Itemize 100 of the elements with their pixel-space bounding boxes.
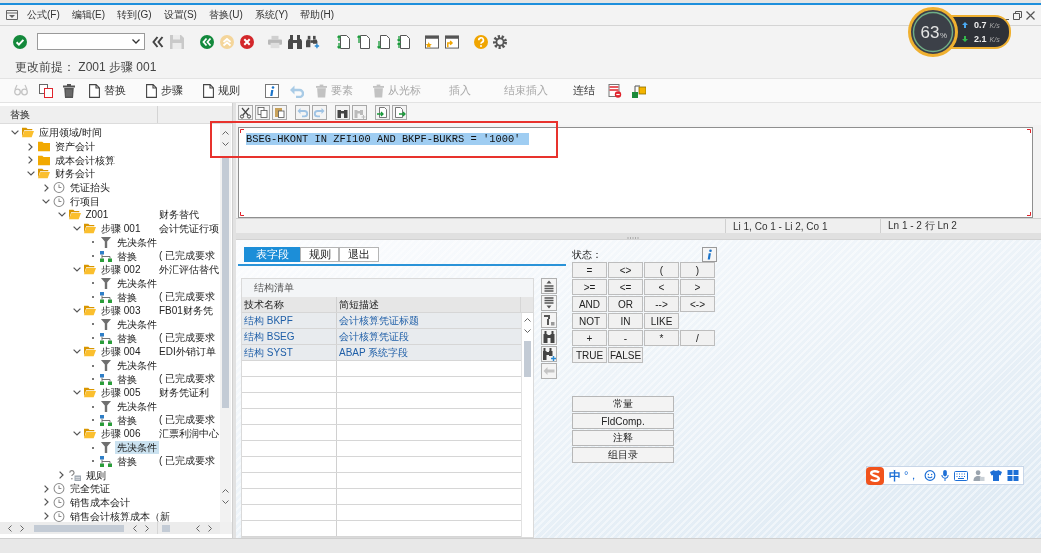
chevron-up-icon[interactable] — [524, 318, 531, 322]
tree-item[interactable]: 替换 — [114, 372, 139, 386]
binoculars-icon[interactable] — [288, 34, 302, 49]
double-chevron-left-icon[interactable] — [152, 35, 164, 48]
table-cell[interactable]: 结构 BSEG — [242, 329, 337, 344]
operator-button[interactable]: --> — [644, 296, 679, 312]
tree-item[interactable]: 规则 — [83, 468, 108, 482]
toolbar-button[interactable]: 步骤 — [146, 83, 183, 98]
chevron-right-icon[interactable] — [145, 524, 149, 532]
toolbar-button[interactable]: 替换 — [89, 83, 126, 98]
scissors-icon[interactable] — [238, 105, 253, 120]
usage-dial[interactable] — [908, 7, 958, 57]
tab[interactable]: 表字段 — [244, 247, 300, 262]
operator-button[interactable]: < — [644, 279, 679, 295]
code-editor[interactable]: BSEG-HKONT IN ZFI100 AND BKPF-BUKRS = '1000' — [238, 127, 1033, 218]
operator-button[interactable]: <-> — [680, 296, 715, 312]
binoculars-plus-icon[interactable] — [306, 34, 320, 49]
menu-item[interactable]: 公式(F) — [27, 8, 60, 22]
logo-icon[interactable] — [866, 466, 884, 485]
operator-button[interactable]: LIKE — [644, 313, 679, 329]
menu-item[interactable]: 转到(G) — [117, 8, 152, 22]
table-cell[interactable]: 结构 SYST — [242, 345, 337, 360]
scrollbar-thumb[interactable] — [34, 524, 124, 532]
tree-item[interactable]: 步骤 005 — [99, 386, 143, 400]
tree-item[interactable]: 销售成本会计 — [68, 495, 132, 509]
gear-icon[interactable] — [493, 34, 507, 49]
tree-item[interactable]: 先决条件 — [114, 441, 159, 455]
trash-icon[interactable] — [62, 83, 76, 98]
tree-item[interactable]: 完全凭证 — [68, 482, 112, 496]
tree-item[interactable]: 先决条件 — [114, 359, 159, 373]
copy-icon[interactable] — [39, 83, 53, 98]
chevron-down-icon[interactable] — [73, 431, 81, 437]
vertical-scrollbar[interactable] — [521, 313, 533, 537]
tree-item[interactable]: 先决条件 — [114, 276, 159, 290]
menu-item[interactable]: 编辑(E) — [71, 8, 106, 22]
smiley-icon[interactable] — [924, 470, 937, 481]
operator-button[interactable]: * — [644, 330, 679, 346]
menu-item[interactable]: 替换(U) — [208, 8, 243, 22]
chevron-down-icon[interactable] — [73, 267, 81, 273]
tree-item[interactable]: 应用领域/时间 — [37, 126, 104, 140]
chevron-right-icon[interactable] — [59, 471, 64, 480]
tree-item[interactable]: 销售会计核算成本（新 — [68, 509, 172, 523]
tree-item[interactable]: 步骤 001 — [99, 222, 143, 236]
operator-button[interactable]: >= — [572, 279, 607, 295]
column-header[interactable]: 简短描述 — [337, 297, 521, 312]
grid-icon[interactable] — [1007, 470, 1020, 481]
function-button[interactable]: FldComp. — [572, 413, 674, 429]
operator-button[interactable]: NOT — [572, 313, 607, 329]
tree-item[interactable]: 先决条件 — [114, 400, 159, 414]
function-button[interactable]: 注释 — [572, 430, 674, 446]
tree-item[interactable]: 替换 — [114, 249, 139, 263]
chevron-right-icon[interactable] — [43, 183, 49, 192]
page-down-arrow-icon[interactable] — [377, 34, 391, 49]
copy-icon[interactable] — [255, 105, 270, 120]
tree-item[interactable]: 替换 — [114, 331, 139, 345]
punctuation-mode[interactable]: °， — [904, 470, 920, 481]
function-button[interactable]: 组目录 — [572, 447, 674, 463]
chevron-up-icon[interactable] — [222, 131, 229, 135]
toolbar-button[interactable]: 连结 — [573, 83, 595, 98]
command-field[interactable] — [37, 33, 145, 50]
chevron-down-icon[interactable] — [73, 226, 81, 232]
chevron-down-icon[interactable] — [73, 349, 81, 355]
info-icon[interactable] — [702, 247, 717, 262]
chevron-down-icon[interactable] — [57, 212, 66, 218]
tree-item[interactable]: 替换 — [114, 290, 139, 304]
chevron-right-icon[interactable] — [28, 142, 33, 151]
restore-icon[interactable] — [1013, 10, 1022, 20]
chevron-right-icon[interactable] — [43, 512, 49, 521]
collapse-all-icon[interactable] — [541, 295, 557, 311]
menu-icon[interactable] — [6, 10, 18, 20]
chevron-right-icon[interactable] — [43, 484, 49, 493]
paste-icon[interactable] — [272, 105, 287, 120]
tree-item[interactable]: 资产会计 — [52, 140, 97, 154]
chevron-left-icon[interactable] — [133, 524, 137, 532]
wrench-icon[interactable] — [541, 312, 557, 328]
operator-button[interactable]: <= — [608, 279, 643, 295]
scrollbar-thumb[interactable] — [524, 341, 531, 377]
operator-button[interactable]: TRUE — [572, 347, 607, 363]
function-button[interactable]: 常量 — [572, 396, 674, 412]
operator-button[interactable]: / — [680, 330, 715, 346]
microphone-icon[interactable] — [941, 470, 950, 481]
chevron-right-icon[interactable] — [43, 498, 49, 507]
tree-item[interactable]: 替换 — [114, 454, 139, 468]
menu-item[interactable]: 系统(Y) — [254, 8, 289, 22]
close-icon[interactable] — [1026, 10, 1035, 20]
document-delete-icon[interactable] — [608, 83, 622, 98]
chevron-down-icon[interactable] — [11, 130, 19, 136]
operator-button[interactable]: - — [608, 330, 643, 346]
back-icon[interactable] — [200, 34, 214, 49]
tree-item[interactable]: 替换 — [114, 413, 139, 427]
column-header[interactable]: 技术名称 — [242, 297, 337, 312]
binoculars-plus-icon[interactable] — [541, 346, 557, 362]
chevron-down-icon[interactable] — [222, 142, 229, 146]
dropdown-caret-icon[interactable] — [132, 39, 140, 44]
tree-item[interactable]: 步骤 004 — [99, 345, 143, 359]
operator-button[interactable]: AND — [572, 296, 607, 312]
page-arrows-icon[interactable] — [397, 34, 411, 49]
operator-button[interactable]: OR — [608, 296, 643, 312]
page-up-arrow-icon[interactable] — [357, 34, 371, 49]
chevron-right-icon[interactable] — [20, 524, 24, 532]
